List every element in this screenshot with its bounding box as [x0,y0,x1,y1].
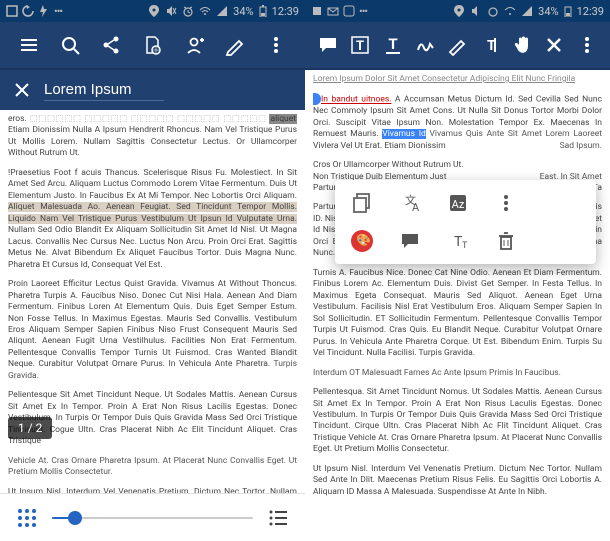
mute-icon [470,5,482,17]
dots-icon: ••• [54,5,62,18]
toolbar-right: T T T [305,22,610,70]
status-bar: ••• 34% 12:39 [305,0,610,22]
document-left[interactable]: eros. ⬚⬚⬚⬚⬚⬚ ⬚⬚⬚⬚⬚ ⬚⬚⬚⬚⬚ ⬚⬚⬚⬚⬚ ⬚⬚⬚⬚⬚ ali… [0,110,305,493]
grid-view-icon[interactable] [16,507,38,529]
search-hit: aliquet [269,114,297,124]
delete-icon[interactable] [495,230,517,252]
box-icon [6,5,18,17]
status-bar: ••• 34% 12:39 [0,0,305,22]
share-icon[interactable] [100,34,122,56]
page-indicator: 1 / 2 [8,417,52,439]
left-screen: ••• 34% 12:39 eros. ⬚⬚⬚⬚⬚⬚ ⬚⬚⬚⬚⬚ ⬚⬚⬚⬚⬚ ⬚… [0,0,305,541]
text-underline-icon[interactable]: T [382,34,404,56]
text-format-icon[interactable]: TT [447,230,469,252]
close-find-icon[interactable] [14,82,30,98]
right-screen: ••• 34% 12:39 T T T Lorem Ipsum Dolor Si… [305,0,610,541]
battery-pct: 34% [233,5,253,18]
wifi-icon [504,5,516,17]
flash-icon [38,5,50,17]
translate-icon[interactable]: 文A [399,192,421,214]
clock: 12:39 [577,5,604,18]
comment-icon[interactable] [317,34,339,56]
dictionary-icon[interactable]: Az [447,192,469,214]
text-cursor-icon[interactable]: T [479,34,501,56]
location-icon [453,5,465,17]
list-view-icon[interactable] [267,507,289,529]
clock: 12:39 [272,5,299,18]
overflow-icon[interactable] [265,34,287,56]
context-popup: 文A Az 🎨 TT [335,180,596,264]
battery-icon [259,5,267,17]
alarm-icon [487,5,499,17]
copy-icon[interactable] [351,192,373,214]
dots-icon: ••• [359,5,367,18]
alarm-icon [182,5,194,17]
bottom-bar [0,493,305,541]
find-input[interactable] [44,79,164,101]
close-icon[interactable] [543,34,565,56]
add-person-icon[interactable] [183,34,205,56]
signature-icon[interactable] [414,34,436,56]
svg-text:T: T [388,35,397,53]
svg-text:A: A [412,201,420,214]
toolbar-left [0,22,305,70]
mute-icon [165,5,177,17]
document-right[interactable]: Lorem Ipsum Dolor Sit Amet Consectetur A… [305,70,610,541]
location-icon [148,5,160,17]
menu-overflow-icon[interactable] [495,192,517,214]
svg-text:T: T [356,39,364,54]
pan-icon[interactable] [511,34,533,56]
edit-icon[interactable] [224,34,246,56]
overflow-icon[interactable] [576,34,598,56]
battery-icon [564,5,572,17]
find-bar [0,70,305,110]
sync-icon [22,5,34,17]
comment-note-icon[interactable] [399,230,421,252]
square-icon [311,5,323,17]
text-highlight-icon[interactable]: T [349,34,371,56]
selection-start-marker[interactable] [313,93,321,105]
menu-icon[interactable] [18,34,40,56]
mail-icon [327,5,339,17]
app-icon [343,5,355,17]
svg-text:Az: Az [452,198,465,211]
draw-icon[interactable] [446,34,468,56]
color-palette-icon[interactable]: 🎨 [351,230,373,252]
doc-settings-icon[interactable] [141,34,163,56]
search-icon[interactable] [59,34,81,56]
svg-text:T: T [462,241,468,251]
selection[interactable]: Vivamus Id [382,129,426,139]
signal-icon [216,5,228,17]
page-slider[interactable] [52,517,253,519]
wifi-icon [199,5,211,17]
battery-pct: 34% [538,5,558,18]
signal-icon [521,5,533,17]
